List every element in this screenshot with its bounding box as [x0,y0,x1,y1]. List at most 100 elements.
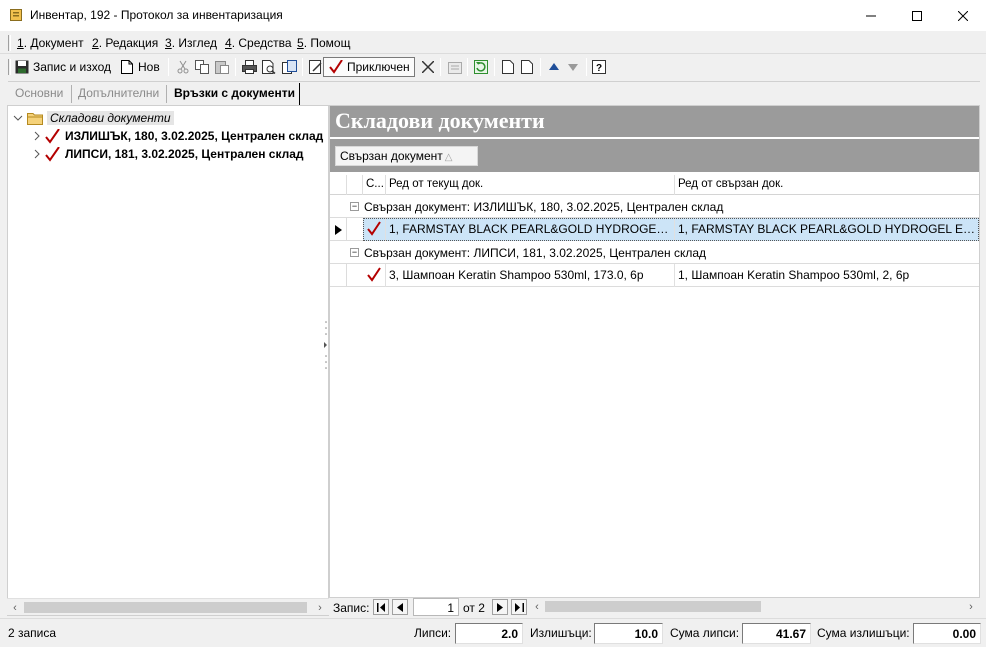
next-record-icon [497,602,503,612]
collapse-icon[interactable]: − [350,202,359,211]
scroll-right-icon[interactable]: › [963,599,979,614]
move-up-button[interactable] [546,57,562,77]
paste-button[interactable] [214,57,230,77]
maximize-button[interactable] [894,0,940,31]
row-indicator [330,264,347,287]
tab-basic[interactable]: Основни [15,86,63,100]
table-row[interactable]: 3, Шампоан Keratin Shampoo 530ml, 173.0,… [330,264,979,287]
refresh-button[interactable] [473,57,489,77]
shortage-sum-label: Сума липси: [670,626,740,640]
finish-toggle[interactable]: Приключен [323,57,415,77]
scroll-thumb[interactable] [24,602,307,613]
first-record-button[interactable] [373,599,389,615]
scroll-right-icon[interactable]: › [312,600,328,615]
cut-button[interactable] [175,57,191,77]
scroll-left-icon[interactable]: ‹ [529,599,545,614]
copy-page-button[interactable] [519,57,535,77]
surplus-label: Излишъци: [530,626,592,640]
help-icon: ? [591,59,607,75]
group-row[interactable]: − Свързан документ: ЛИПСИ, 181, 3.02.202… [330,242,979,264]
checkmark-icon [45,146,60,162]
menu-edit[interactable]: 2. Редакция [92,36,158,50]
print-preview-icon [261,59,277,75]
group-by-panel: Свързан документ △ [330,139,979,172]
last-record-button[interactable] [511,599,527,615]
status-cell [363,218,386,241]
first-record-icon [376,602,385,612]
app-icon [10,9,22,21]
window-title: Инвентар, 192 - Протокол за инвентаризац… [30,8,283,22]
copy-button[interactable] [194,57,210,77]
tree-item[interactable]: ЛИПСИ, 181, 3.02.2025, Централен склад [33,145,304,163]
linked-documents-grid: Складови документи Свързан документ △ С..… [329,105,980,598]
tab-document-links[interactable]: Връзки с документи [174,86,295,100]
new-page-button[interactable] [500,57,516,77]
page-icon [500,59,516,75]
print-button[interactable] [241,57,257,77]
tree-item-label: ЛИПСИ, 181, 3.02.2025, Централен склад [65,147,304,161]
next-record-button[interactable] [492,599,508,615]
toolbar-separator [467,58,468,76]
status-cell [363,264,386,287]
refresh-icon [473,59,489,75]
cancel-finish-button[interactable] [420,57,436,77]
properties-button[interactable] [447,57,463,77]
previous-record-button[interactable] [392,599,408,615]
scroll-left-icon[interactable]: ‹ [7,600,23,615]
menu-help[interactable]: 5. Помощ [297,36,350,50]
toolbar-separator [235,58,236,76]
toolbar-separator [540,58,541,76]
menu-view[interactable]: 3. Изглед [165,36,217,50]
new-button[interactable]: Нов [119,57,160,77]
move-down-button[interactable] [565,57,581,77]
checkmark-icon [367,221,381,236]
toolbar-separator [302,58,303,76]
tree-root-label: Складови документи [47,111,174,125]
close-button[interactable] [940,0,986,31]
menu-document[interactable]: 1. Документ [17,36,84,50]
tree-root[interactable]: Складови документи [13,109,174,127]
shortage-label: Липси: [414,626,452,640]
minimize-button[interactable] [848,0,894,31]
chevron-down-icon[interactable] [13,113,23,123]
column-header-current-row[interactable]: Ред от текущ док. [386,175,675,195]
print-preview-button[interactable] [261,57,277,77]
group-row[interactable]: − Свързан документ: ИЗЛИШЪК, 180, 3.02.2… [330,196,979,218]
record-navigator: Запис: 1 от 2 ‹ › [329,598,980,616]
record-number-input[interactable]: 1 [413,598,459,616]
collapse-icon[interactable]: − [350,248,359,257]
export-button[interactable] [281,57,297,77]
tree-horizontal-scrollbar[interactable]: ‹ › [7,598,329,615]
group-label: Свързан документ: ЛИПСИ, 181, 3.02.2025,… [364,246,707,260]
document-tree[interactable]: Складови документи ИЗЛИШЪК, 180, 3.02.20… [7,105,329,616]
shortage-sum-value: 41.67 [742,623,811,644]
current-row-cell[interactable]: 1, FARMSTAY BLACK PEARL&GOLD HYDROGEL EY… [386,218,675,241]
toolbar: Запис и изход Нов Приключен ? [0,55,986,79]
group-by-chip[interactable]: Свързан документ △ [335,146,478,166]
toolbar-separator [168,58,169,76]
chevron-right-icon[interactable] [33,131,41,141]
help-button[interactable]: ? [591,57,607,77]
edit-button[interactable] [308,57,324,77]
cut-icon [175,59,191,75]
menu-tools[interactable]: 4. Средства [225,36,292,50]
column-header-linked-row[interactable]: Ред от свързан док. [675,175,979,195]
print-icon [241,59,257,75]
properties-icon [447,59,463,75]
current-row-cell[interactable]: 3, Шампоан Keratin Shampoo 530ml, 173.0,… [386,264,675,287]
table-row[interactable]: 1, FARMSTAY BLACK PEARL&GOLD HYDROGEL EY… [330,218,979,241]
checkmark-icon [367,267,381,282]
tab-additional[interactable]: Допълнителни [78,86,159,100]
linked-row-cell[interactable]: 1, Шампоан Keratin Shampoo 530ml, 2, 6р [675,264,979,287]
row-indent [347,218,363,241]
finish-label: Приключен [347,60,410,74]
tree-item[interactable]: ИЗЛИШЪК, 180, 3.02.2025, Централен склад [33,127,323,145]
save-exit-button[interactable]: Запис и изход [14,57,111,77]
chevron-right-icon[interactable] [33,149,41,159]
toolbar-separator [494,58,495,76]
linked-row-cell[interactable]: 1, FARMSTAY BLACK PEARL&GOLD HYDROGEL EY… [675,218,979,241]
grid-scroll-thumb[interactable] [545,601,761,612]
pane-splitter[interactable] [324,320,328,370]
grid-title-bar: Складови документи [330,106,979,137]
column-header-status[interactable]: С... [363,175,386,195]
